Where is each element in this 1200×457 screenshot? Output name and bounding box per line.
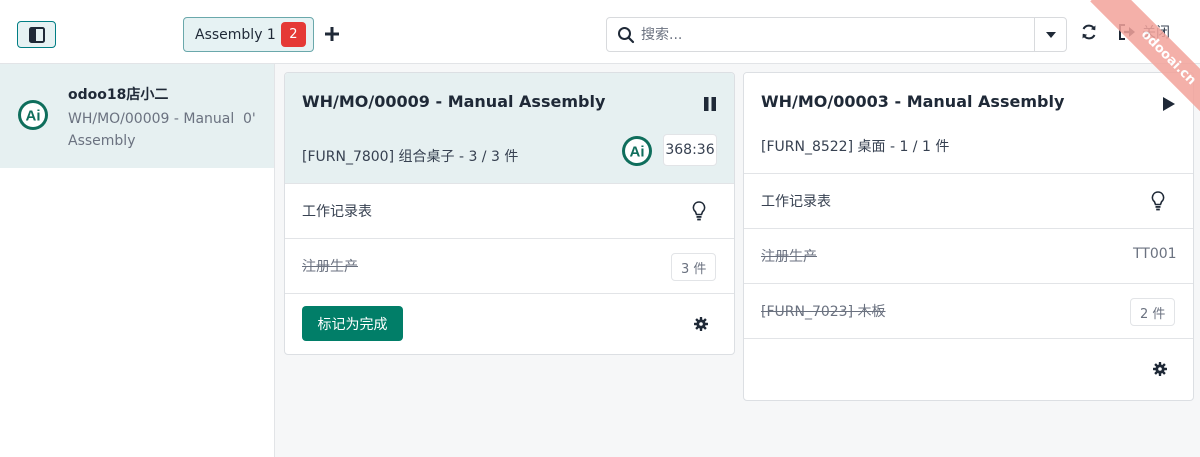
gear-icon[interactable] [1153, 362, 1167, 376]
search-box [606, 17, 1067, 52]
card-title: WH/MO/00003 - Manual Assembly [761, 92, 1065, 111]
sign-out-icon [1119, 24, 1135, 40]
register-production-row[interactable]: 注册生产 TT001 [744, 229, 1193, 284]
component-qty[interactable]: 2 件 [1130, 298, 1176, 326]
avatar-icon: Ai [18, 100, 48, 130]
avatar-icon: Ai [622, 136, 652, 166]
register-production-row[interactable]: 注册生产 3 件 [285, 239, 734, 294]
register-qty[interactable]: 3 件 [671, 253, 717, 281]
svg-text:Ai: Ai [630, 144, 645, 161]
timer: 368:36 [663, 134, 717, 166]
search-dropdown-toggle[interactable] [1034, 18, 1066, 51]
sidebar-toggle-icon [28, 26, 45, 43]
card-product: [FURN_7800] 组合桌子 - 3 / 3 件 [302, 149, 519, 165]
worksheet-label: 工作记录表 [761, 194, 831, 210]
caret-down-icon [1045, 31, 1056, 38]
component-row[interactable]: [FURN_7023] 木板 2 件 [744, 284, 1193, 339]
worksheet-label: 工作记录表 [302, 204, 372, 220]
card-header[interactable]: WH/MO/00009 - Manual Assembly [FURN_7800… [285, 73, 734, 184]
work-order-card: WH/MO/00003 - Manual Assembly [FURN_8522… [743, 72, 1194, 401]
mark-done-button[interactable]: 标记为完成 [302, 306, 403, 341]
operator-item[interactable]: Ai odoo18店小二 WH/MO/00009 - Manual Assemb… [0, 64, 274, 168]
card-title: WH/MO/00009 - Manual Assembly [302, 92, 606, 111]
card-header[interactable]: WH/MO/00003 - Manual Assembly [FURN_8522… [744, 73, 1193, 174]
work-order-card: WH/MO/00009 - Manual Assembly [FURN_7800… [284, 72, 735, 355]
tab-count-badge: 2 [280, 22, 306, 47]
worksheet-row[interactable]: 工作记录表 [285, 184, 734, 239]
top-bar: Assembly 1 2 搜索... 关闭 [0, 0, 1200, 64]
operator-order: WH/MO/00009 - Manual Assembly [68, 111, 235, 149]
refresh-icon [1082, 24, 1096, 40]
card-footer [744, 339, 1193, 400]
play-icon[interactable] [1163, 97, 1175, 111]
search-icon [618, 27, 635, 44]
register-production-label: 注册生产 [302, 259, 358, 275]
tab-assembly-label: Assembly 1 [195, 26, 276, 43]
close-button[interactable]: 关闭 [1118, 22, 1170, 42]
lightbulb-icon[interactable] [692, 201, 706, 221]
operator-time: 0' [243, 111, 256, 127]
register-lot: TT001 [1133, 246, 1177, 262]
card-product: [FURN_8522] 桌面 - 1 / 1 件 [761, 139, 950, 155]
svg-text:Ai: Ai [26, 108, 41, 125]
close-label: 关闭 [1142, 25, 1170, 41]
register-production-label: 注册生产 [761, 249, 817, 265]
add-button[interactable] [322, 22, 342, 46]
component-label: [FURN_7023] 木板 [761, 304, 886, 320]
worksheet-row[interactable]: 工作记录表 [744, 174, 1193, 229]
pause-icon[interactable] [703, 97, 717, 111]
card-footer: 标记为完成 [285, 294, 734, 354]
operator-sidebar: Ai odoo18店小二 WH/MO/00009 - Manual Assemb… [0, 64, 275, 457]
operator-name: odoo18店小二 [68, 87, 169, 103]
sidebar-toggle-button[interactable] [17, 21, 56, 48]
search-input[interactable] [641, 18, 1031, 51]
plus-icon [325, 27, 339, 41]
gear-icon[interactable] [694, 317, 708, 331]
refresh-button[interactable] [1080, 23, 1098, 41]
lightbulb-icon[interactable] [1151, 191, 1165, 211]
tab-assembly[interactable]: Assembly 1 2 [183, 17, 314, 52]
work-orders-area: WH/MO/00009 - Manual Assembly [FURN_7800… [275, 64, 1200, 457]
